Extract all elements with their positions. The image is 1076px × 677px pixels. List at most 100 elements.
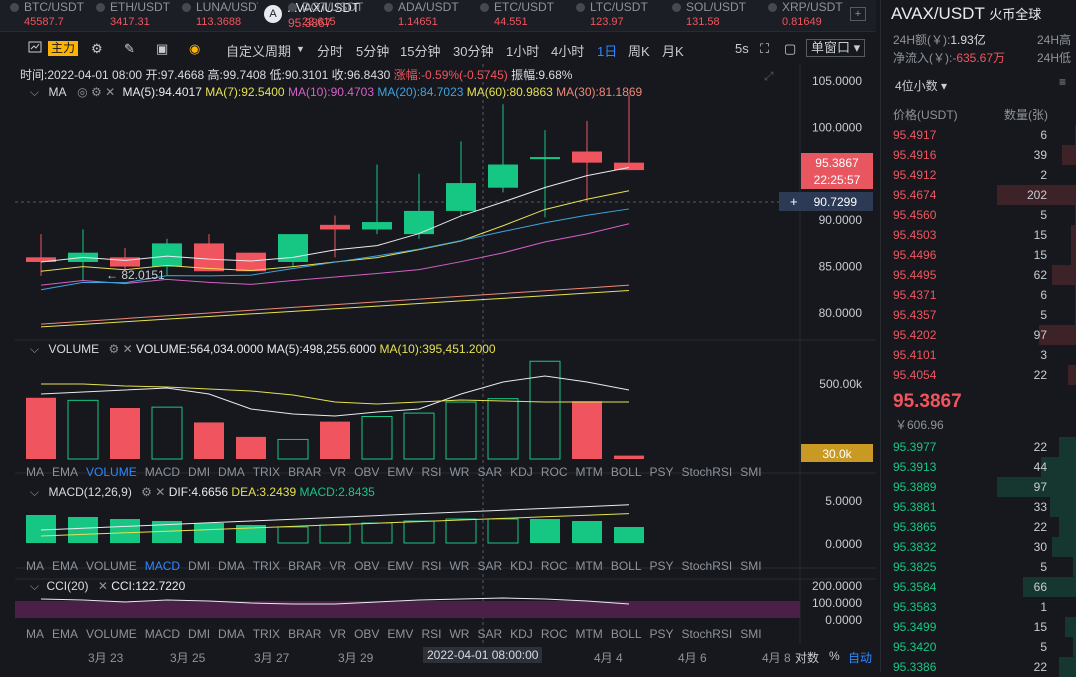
indicator-tab-ma[interactable]: MA — [26, 627, 44, 641]
indicator-tab-ema[interactable]: EMA — [52, 465, 78, 479]
indicator-tab-emv[interactable]: EMV — [387, 465, 413, 479]
indicator-tab-kdj[interactable]: KDJ — [510, 627, 533, 641]
chart-type-icon[interactable] — [28, 41, 42, 56]
indicator-tab-volume[interactable]: VOLUME — [86, 465, 137, 479]
period-7[interactable]: 周K — [628, 41, 650, 60]
indicator-tab-boll[interactable]: BOLL — [611, 627, 642, 641]
orderbook-bid-row[interactable]: 95.3832 30 — [893, 537, 1076, 557]
indicator-tab-emv[interactable]: EMV — [387, 627, 413, 641]
indicator-tab-obv[interactable]: OBV — [354, 465, 379, 479]
orderbook-bid-row[interactable]: 95.3865 22 — [893, 517, 1076, 537]
indicator-tab-vr[interactable]: VR — [329, 559, 346, 573]
indicator-tab-sar[interactable]: SAR — [477, 465, 502, 479]
period-3[interactable]: 30分钟 — [453, 41, 493, 60]
indicator-tab-vr[interactable]: VR — [329, 627, 346, 641]
indicator-tab-wr[interactable]: WR — [449, 627, 469, 641]
indicator-tab-roc[interactable]: ROC — [541, 627, 568, 641]
indicator-tab-mtm[interactable]: MTM — [575, 465, 602, 479]
refresh-seconds[interactable]: 5s — [735, 41, 749, 56]
indicator-tab-sar[interactable]: SAR — [477, 627, 502, 641]
orderbook-ask-row[interactable]: 95.4101 3 — [893, 345, 1076, 365]
layout-icon[interactable]: ≡ — [1059, 75, 1066, 89]
volume-close-icon[interactable]: ✕ — [123, 342, 133, 356]
indicator-tab-macd[interactable]: MACD — [145, 559, 180, 573]
indicator-tab-dma[interactable]: DMA — [218, 627, 245, 641]
indicator-tab-ema[interactable]: EMA — [52, 559, 78, 573]
macd-settings-icon[interactable]: ⚙ — [141, 485, 152, 499]
orderbook-ask-row[interactable]: 95.4496 15 — [893, 245, 1076, 265]
indicator-tab-ma[interactable]: MA — [26, 559, 44, 573]
orderbook-bid-row[interactable]: 95.3977 22 — [893, 437, 1076, 457]
orderbook-bid-row[interactable]: 95.3583 1 — [893, 597, 1076, 617]
indicator-tab-stochrsi[interactable]: StochRSI — [682, 559, 733, 573]
orderbook-ask-row[interactable]: 95.4917 6 — [893, 125, 1076, 145]
add-ticker-button[interactable]: + — [850, 7, 866, 21]
ticker-ltc[interactable]: LTC/USDT 123.97 — [566, 0, 652, 32]
indicator-tab-trix[interactable]: TRIX — [253, 465, 280, 479]
orderbook-bid-row[interactable]: 95.3499 15 — [893, 617, 1076, 637]
orderbook-ask-row[interactable]: 95.4054 22 — [893, 365, 1076, 385]
indicator-tab-smi[interactable]: SMI — [740, 559, 761, 573]
indicator-tab-trix[interactable]: TRIX — [253, 559, 280, 573]
ticker-ada[interactable]: ADA/USDT 1.14651 — [374, 0, 460, 32]
indicator-tab-obv[interactable]: OBV — [354, 627, 379, 641]
indicator-tab-kdj[interactable]: KDJ — [510, 465, 533, 479]
indicator-tab-rsi[interactable]: RSI — [421, 627, 441, 641]
period-2[interactable]: 15分钟 — [400, 41, 440, 60]
indicator-tab-rsi[interactable]: RSI — [421, 465, 441, 479]
indicator-tab-volume[interactable]: VOLUME — [86, 559, 137, 573]
indicator-tab-rsi[interactable]: RSI — [421, 559, 441, 573]
ticker-etc[interactable]: ETC/USDT 44.551 — [470, 0, 556, 32]
indicator-tab-smi[interactable]: SMI — [740, 465, 761, 479]
ticker-eth[interactable]: ETH/USDT 3417.31 — [86, 0, 172, 32]
orderbook-ask-row[interactable]: 95.4912 2 — [893, 165, 1076, 185]
indicator-tab-mtm[interactable]: MTM — [575, 559, 602, 573]
indicator-tab-psy[interactable]: PSY — [650, 465, 674, 479]
indicator-tab-brar[interactable]: BRAR — [288, 465, 321, 479]
indicator-tab-roc[interactable]: ROC — [541, 559, 568, 573]
orderbook-ask-row[interactable]: 95.4560 5 — [893, 205, 1076, 225]
indicator-tab-mtm[interactable]: MTM — [575, 627, 602, 641]
indicator-tab-dmi[interactable]: DMI — [188, 559, 210, 573]
ticker-dot[interactable]: DOT/USDT 22.615 — [278, 0, 364, 32]
orderbook-bid-row[interactable]: 95.3913 44 — [893, 457, 1076, 477]
custom-period-menu[interactable]: 自定义周期 — [226, 41, 291, 60]
orderbook-bid-row[interactable]: 95.3386 22 — [893, 657, 1076, 677]
indicator-tab-roc[interactable]: ROC — [541, 465, 568, 479]
indicator-tab-stochrsi[interactable]: StochRSI — [682, 627, 733, 641]
macd-close-icon[interactable]: ✕ — [155, 485, 165, 499]
indicator-tab-emv[interactable]: EMV — [387, 559, 413, 573]
orderbook-bid-row[interactable]: 95.3825 5 — [893, 557, 1076, 577]
indicator-tab-dma[interactable]: DMA — [218, 559, 245, 573]
indicator-tab-kdj[interactable]: KDJ — [510, 559, 533, 573]
orderbook-bid-row[interactable]: 95.3881 33 — [893, 497, 1076, 517]
orderbook-ask-row[interactable]: 95.4674 202 — [893, 185, 1076, 205]
volume-settings-icon[interactable]: ⚙ — [108, 342, 119, 356]
window-mode-select[interactable]: 单窗口 ▾ — [806, 39, 866, 57]
indicator-tab-ma[interactable]: MA — [26, 465, 44, 479]
indicator-tab-sar[interactable]: SAR — [477, 559, 502, 573]
indicator-tab-boll[interactable]: BOLL — [611, 559, 642, 573]
indicator-tab-smi[interactable]: SMI — [740, 627, 761, 641]
indicator-tab-wr[interactable]: WR — [449, 465, 469, 479]
indicator-tab-dma[interactable]: DMA — [218, 465, 245, 479]
indicator-tab-macd[interactable]: MACD — [145, 627, 180, 641]
ticker-luna[interactable]: LUNA/USDT 113.3688 — [172, 0, 258, 32]
settings-icon[interactable]: ⚙ — [91, 41, 103, 57]
scale-log-button[interactable]: 对数 — [795, 649, 819, 666]
period-4[interactable]: 1小时 — [506, 41, 539, 60]
orderbook-ask-row[interactable]: 95.4357 5 — [893, 305, 1076, 325]
orderbook-ask-row[interactable]: 95.4916 39 — [893, 145, 1076, 165]
orderbook-bid-row[interactable]: 95.3584 66 — [893, 577, 1076, 597]
window-icon[interactable]: ▢ — [784, 41, 796, 57]
indicator-tab-dmi[interactable]: DMI — [188, 627, 210, 641]
cci-close-icon[interactable]: ✕ — [98, 579, 108, 593]
screenshot-icon[interactable]: ▣ — [156, 41, 168, 57]
ticker-xrp[interactable]: XRP/USDT 0.81649 — [758, 0, 844, 32]
indicator-tab-psy[interactable]: PSY — [650, 559, 674, 573]
orderbook-ask-row[interactable]: 95.4503 15 — [893, 225, 1076, 245]
orderbook-bid-row[interactable]: 95.3420 5 — [893, 637, 1076, 657]
main-indicator-button[interactable]: 主力 — [48, 41, 79, 56]
orderbook-bid-row[interactable]: 95.3889 97 — [893, 477, 1076, 497]
fullscreen-icon[interactable]: ⛶ — [760, 41, 769, 57]
